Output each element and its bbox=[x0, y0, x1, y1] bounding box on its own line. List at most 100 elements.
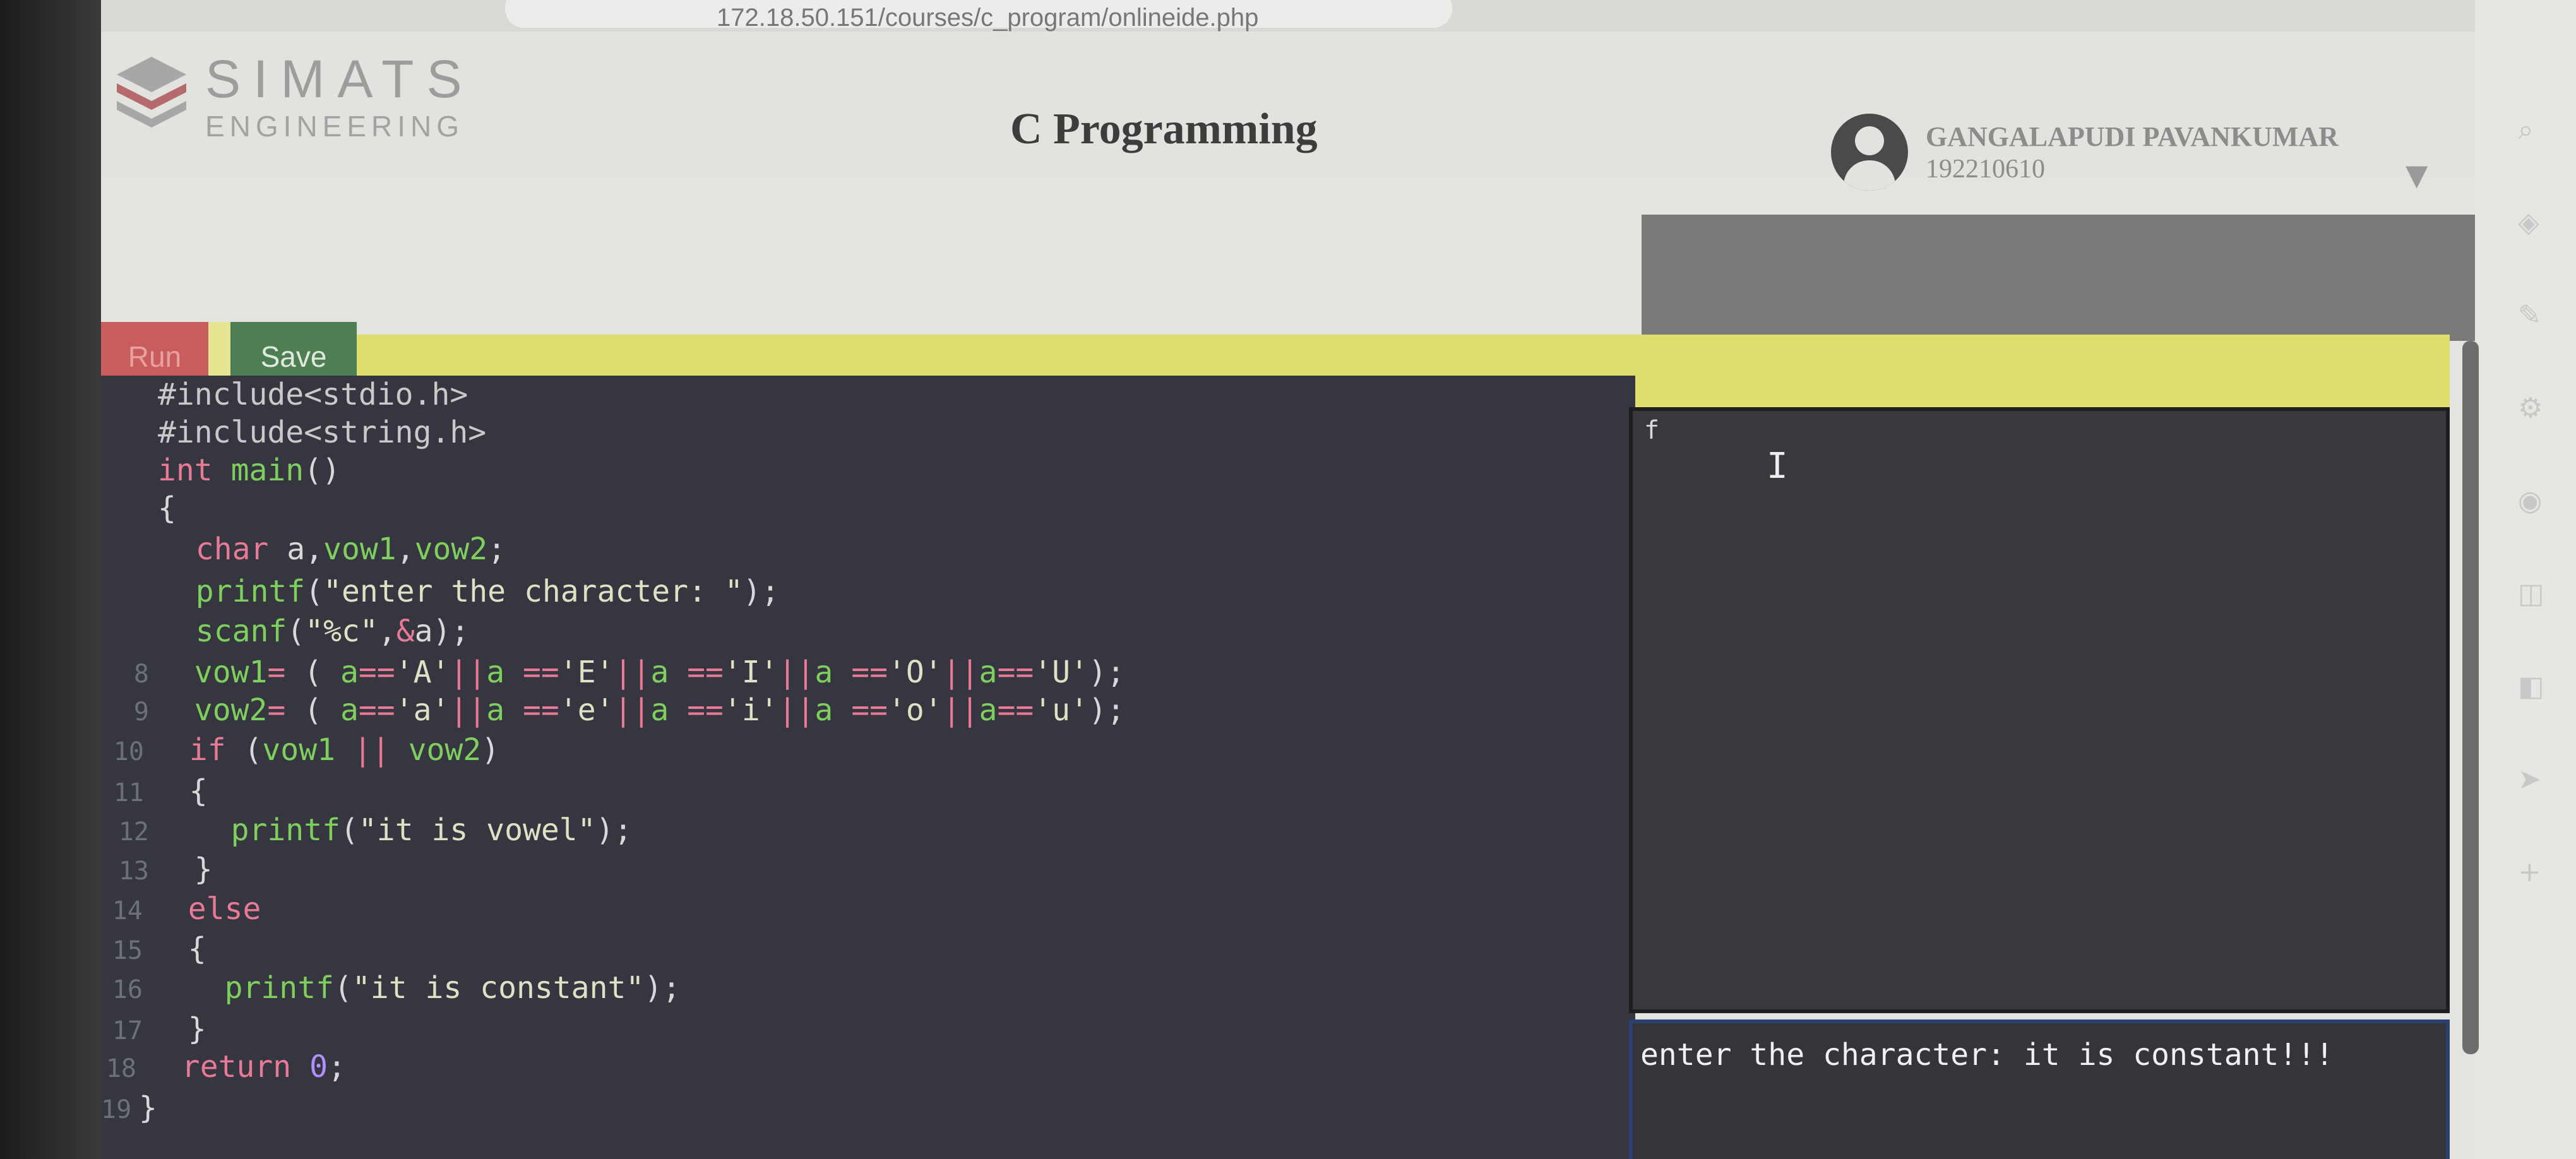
stdin-input-value[interactable]: f bbox=[1644, 416, 1659, 445]
code-token: "%c" bbox=[305, 614, 378, 649]
code-token: printf bbox=[230, 812, 340, 848]
code-line[interactable]: char a,vow1,vow2; bbox=[101, 530, 1635, 568]
avatar-icon bbox=[1831, 114, 1908, 191]
code-token: a bbox=[814, 692, 833, 728]
code-token: ); bbox=[1088, 692, 1125, 728]
code-token: a bbox=[979, 655, 998, 690]
code-token: == bbox=[358, 655, 395, 690]
code-editor[interactable]: #include<stdio.h> #include<string.h> int m… bbox=[101, 376, 1635, 1159]
user-name: GANGALAPUDI PAVANKUMAR bbox=[1926, 121, 2339, 152]
code-token: vow2 bbox=[408, 732, 482, 768]
code-token: || bbox=[778, 655, 815, 690]
add-icon[interactable]: + bbox=[2518, 856, 2544, 888]
code-token: ( bbox=[285, 655, 340, 690]
code-token: == bbox=[851, 692, 888, 728]
code-token: a bbox=[814, 655, 833, 690]
user-profile[interactable]: GANGALAPUDI PAVANKUMAR 192210610 bbox=[1831, 114, 2339, 191]
code-line[interactable]: 16 printf("it is constant"); bbox=[101, 969, 1635, 1007]
code-line[interactable]: 15 { bbox=[101, 930, 1635, 968]
code-token: == bbox=[687, 692, 724, 728]
code-token: == bbox=[997, 692, 1034, 728]
code-token: ( bbox=[305, 574, 324, 609]
logo-main-text: SIMATS bbox=[205, 49, 475, 109]
code-token: 0 bbox=[309, 1049, 328, 1085]
code-token: a bbox=[486, 692, 505, 728]
code-line[interactable]: 19} bbox=[101, 1089, 1635, 1127]
word-icon[interactable]: ◧ bbox=[2518, 670, 2544, 703]
code-token: a bbox=[979, 692, 998, 728]
user-id: 192210610 bbox=[1926, 154, 2045, 184]
code-line[interactable]: 17 } bbox=[101, 1010, 1635, 1048]
logo-sub-text: ENGINEERING bbox=[205, 110, 465, 143]
code-token: , bbox=[396, 532, 415, 567]
code-line[interactable]: 9 vow2= ( a=='a'||a =='e'||a =='i'||a ==… bbox=[101, 691, 1635, 729]
code-line[interactable]: 11 { bbox=[101, 772, 1635, 810]
code-token: char bbox=[195, 532, 269, 567]
code-token: ( bbox=[285, 692, 340, 728]
code-line[interactable]: 14 else bbox=[101, 890, 1635, 928]
code-token: 'i' bbox=[723, 692, 778, 728]
code-line[interactable]: 10 if (vow1 || vow2) bbox=[101, 731, 1635, 769]
code-token: ( bbox=[340, 812, 359, 848]
code-token: || bbox=[614, 655, 651, 690]
code-token: ( bbox=[287, 614, 306, 649]
search-icon[interactable]: ⌕ bbox=[2518, 114, 2544, 146]
code-token: 'E' bbox=[559, 655, 614, 690]
code-token: else bbox=[188, 891, 261, 927]
code-token: == bbox=[851, 655, 888, 690]
line-number: 13 bbox=[118, 857, 149, 886]
chevron-down-icon[interactable]: ▼ bbox=[2406, 158, 2428, 192]
code-token: { bbox=[152, 931, 206, 966]
code-line[interactable]: scanf("%c",&a); bbox=[101, 612, 1635, 650]
code-token: || bbox=[353, 732, 390, 768]
code-line[interactable]: 18 return 0; bbox=[101, 1048, 1635, 1086]
stdin-input-pane[interactable]: f I bbox=[1629, 407, 2450, 1013]
code-line[interactable]: 8 vow1= ( a=='A'||a =='E'||a =='I'||a ==… bbox=[101, 653, 1635, 691]
code-token: a bbox=[486, 655, 505, 690]
tools-icon[interactable]: ✎ bbox=[2518, 299, 2544, 331]
code-token: () bbox=[304, 453, 340, 488]
line-number: 11 bbox=[113, 778, 144, 807]
address-url[interactable]: 172.18.50.151/courses/c_program/onlineid… bbox=[717, 4, 1258, 32]
code-line[interactable]: 13 } bbox=[101, 850, 1635, 888]
office-icon[interactable]: ◉ bbox=[2518, 485, 2544, 517]
code-line[interactable]: 12 printf("it is vowel"); bbox=[101, 811, 1635, 849]
code-token: || bbox=[778, 692, 815, 728]
output-text: enter the character: it is constant!!! bbox=[1640, 1037, 2334, 1073]
shopping-icon[interactable]: ◈ bbox=[2518, 206, 2544, 239]
code-token: 'o' bbox=[888, 692, 943, 728]
code-token: = bbox=[267, 655, 286, 690]
send-icon[interactable]: ➤ bbox=[2518, 763, 2544, 795]
code-token: return bbox=[181, 1049, 292, 1085]
code-line[interactable]: #include<string.h> bbox=[101, 413, 1635, 451]
line-number: 12 bbox=[118, 817, 149, 847]
page-scrollbar[interactable] bbox=[2462, 341, 2479, 1054]
site-logo[interactable]: SIMATS ENGINEERING bbox=[110, 51, 474, 144]
code-line[interactable]: { bbox=[101, 489, 1635, 527]
games-icon[interactable]: ⚙ bbox=[2518, 392, 2544, 424]
line-number: 19 bbox=[101, 1095, 132, 1124]
code-token: == bbox=[687, 655, 724, 690]
code-token: == bbox=[997, 655, 1034, 690]
line-number: 8 bbox=[133, 660, 149, 689]
logo-text: SIMATS ENGINEERING bbox=[205, 51, 474, 144]
code-token: ; bbox=[487, 532, 506, 567]
code-token: #include<stdio.h> bbox=[158, 377, 468, 412]
code-line[interactable]: int main() bbox=[101, 451, 1635, 489]
code-line[interactable]: #include<stdio.h> bbox=[101, 376, 1635, 413]
code-token: scanf bbox=[195, 614, 287, 649]
code-token: 'u' bbox=[1034, 692, 1088, 728]
outlook-icon[interactable]: ◫ bbox=[2518, 578, 2544, 610]
code-token: main bbox=[212, 453, 304, 488]
code-token: == bbox=[358, 692, 395, 728]
code-line[interactable]: printf("enter the character: "); bbox=[101, 573, 1635, 610]
